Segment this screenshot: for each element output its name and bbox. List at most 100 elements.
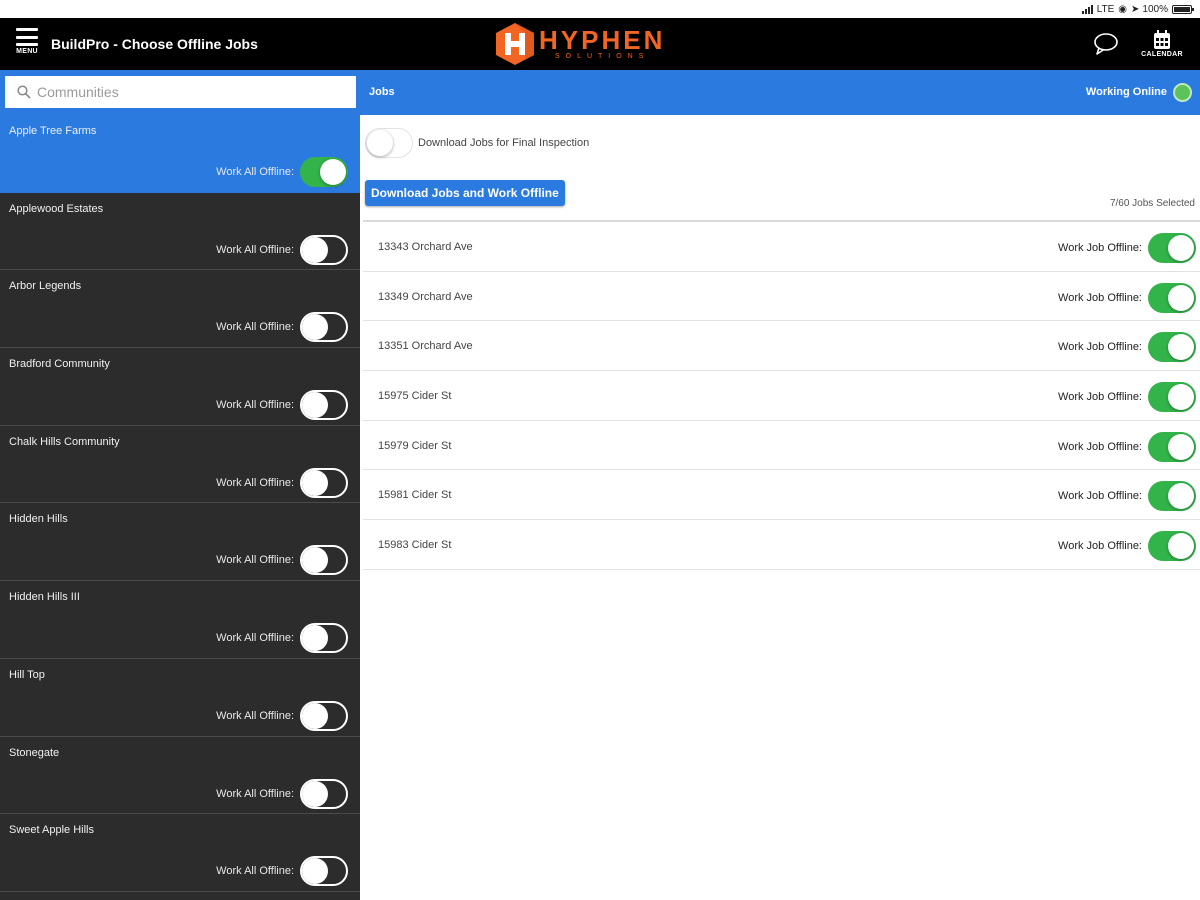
work-all-offline-toggle[interactable] [300,700,348,731]
community-name: Bradford Community [9,358,110,371]
battery-icon [1172,4,1194,14]
work-all-offline-label: Work All Offline: [216,787,294,800]
job-row[interactable]: 13349 Orchard Ave Work Job Offline: [363,272,1200,322]
community-item[interactable]: Apple Tree Farms Work All Offline: [0,115,360,193]
chat-button[interactable] [1093,32,1119,56]
work-all-offline-toggle[interactable] [300,312,348,343]
job-row[interactable]: 15975 Cider St Work Job Offline: [363,371,1200,421]
work-all-offline-label: Work All Offline: [216,476,294,489]
job-address: 13351 Orchard Ave [378,340,473,353]
menu-button[interactable]: MENU [12,28,42,62]
community-item[interactable]: Sweet Apple Hills Work All Offline: [0,814,360,892]
final-inspection-label: Download Jobs for Final Inspection [418,137,590,149]
work-all-offline-label: Work All Offline: [216,321,294,334]
calendar-label: CALENDAR [1141,51,1183,58]
work-all-offline-toggle[interactable] [300,856,348,887]
community-item[interactable]: Chalk Hills Community Work All Offline: [0,425,360,504]
work-job-offline-toggle[interactable] [1148,531,1196,562]
battery-percent: 100% [1142,3,1168,15]
job-row[interactable]: 13343 Orchard Ave Work Job Offline: [363,222,1200,272]
community-name: Applewood Estates [9,202,104,215]
community-search-input[interactable] [37,84,337,100]
chat-bubble-icon [1094,33,1118,55]
community-name: Arbor Legends [9,280,82,293]
community-name: Hill Top [9,668,45,681]
signal-icon [1081,4,1093,14]
network-label: LTE [1096,3,1115,15]
job-address: 15975 Cider St [378,390,452,403]
community-item[interactable]: Stonegate Work All Offline: [0,736,360,815]
work-all-offline-label: Work All Offline: [216,243,294,256]
work-all-offline-label: Work All Offline: [216,865,294,878]
work-all-offline-label: Work All Offline: [216,632,294,645]
final-inspection-toggle[interactable] [365,128,413,158]
download-jobs-button[interactable]: Download Jobs and Work Offline [365,180,565,206]
wifi-icon: ◉ [1118,3,1128,15]
community-item[interactable]: Bradford Community Work All Offline: [0,348,360,426]
work-all-offline-toggle[interactable] [300,778,348,809]
work-all-offline-toggle[interactable] [300,623,348,654]
job-address: 13343 Orchard Ave [378,241,473,253]
calendar-icon [1154,30,1170,49]
work-all-offline-toggle[interactable] [300,545,348,576]
work-job-offline-label: Work Job Offline: [1058,291,1142,304]
logo-text: HYPHEN [539,24,666,55]
jobs-section-label: Jobs [369,86,395,98]
job-row[interactable]: 15979 Cider St Work Job Offline: [363,421,1200,471]
community-item[interactable]: Hill Top Work All Offline: [0,658,360,737]
work-job-offline-toggle[interactable] [1148,282,1196,313]
communities-sidebar: Apple Tree Farms Work All Offline: Apple… [0,70,360,900]
menu-label: MENU [16,48,38,55]
work-job-offline-label: Work Job Offline: [1058,341,1142,354]
job-row[interactable]: 15983 Cider St Work Job Offline: [363,520,1200,570]
jobs-header: Jobs Working Online [360,70,1200,115]
work-job-offline-toggle[interactable] [1148,481,1196,512]
search-box[interactable] [5,76,356,108]
logo-subtext: SOLUTIONS [554,52,650,60]
status-bar: LTE ◉ ➤ 100% [0,0,1200,18]
work-job-offline-toggle[interactable] [1148,233,1196,263]
work-all-offline-toggle[interactable] [300,234,348,265]
final-inspection-row: Download Jobs for Final Inspection [365,128,589,158]
hamburger-icon [16,28,38,46]
community-item[interactable]: Arbor Legends Work All Offline: [0,270,360,349]
work-all-offline-label: Work All Offline: [216,709,294,722]
community-name: Hidden Hills III [9,591,80,604]
work-all-offline-toggle[interactable] [300,467,348,498]
community-name: Sweet Apple Hills [9,824,94,837]
work-job-offline-label: Work Job Offline: [1058,440,1142,453]
work-job-offline-label: Work Job Offline: [1058,490,1142,503]
work-all-offline-label: Work All Offline: [216,399,294,412]
job-address: 15979 Cider St [378,439,452,452]
hyphen-logo: HYPHEN SOLUTIONS [495,22,665,66]
community-item[interactable]: Applewood Estates Work All Offline: [0,192,360,271]
search-bar [0,70,360,115]
community-list: Apple Tree Farms Work All Offline: Apple… [0,115,360,892]
job-row[interactable]: 15981 Cider St Work Job Offline: [363,470,1200,521]
work-all-offline-label: Work All Offline: [216,554,294,567]
jobs-list: 13343 Orchard Ave Work Job Offline: 1334… [363,220,1200,570]
jobs-selected-count: 7/60 Jobs Selected [1109,198,1195,209]
search-icon [17,85,31,99]
community-name: Apple Tree Farms [9,125,97,137]
hyphen-logo-icon [496,23,534,65]
community-item[interactable]: Hidden Hills Work All Offline: [0,503,360,582]
community-name: Hidden Hills [9,513,68,526]
work-job-offline-toggle[interactable] [1148,431,1196,462]
community-item[interactable]: Hidden Hills III Work All Offline: [0,581,360,659]
connection-status: Working Online [1085,86,1167,98]
job-address: 15981 Cider St [378,489,452,502]
location-arrow-icon: ➤ [1131,3,1140,15]
work-all-offline-toggle[interactable] [300,157,348,187]
work-all-offline-toggle[interactable] [300,390,348,421]
calendar-button[interactable]: CALENDAR [1138,30,1186,64]
online-status-icon [1173,83,1192,102]
work-job-offline-toggle[interactable] [1148,332,1196,363]
work-job-offline-toggle[interactable] [1148,382,1196,413]
job-row[interactable]: 13351 Orchard Ave Work Job Offline: [363,321,1200,372]
app-header: MENU BuildPro - Choose Offline Jobs HYPH… [0,18,1200,70]
work-job-offline-label: Work Job Offline: [1058,540,1142,553]
work-job-offline-label: Work Job Offline: [1058,391,1142,404]
work-job-offline-label: Work Job Offline: [1058,242,1142,254]
job-address: 13349 Orchard Ave [378,290,473,303]
